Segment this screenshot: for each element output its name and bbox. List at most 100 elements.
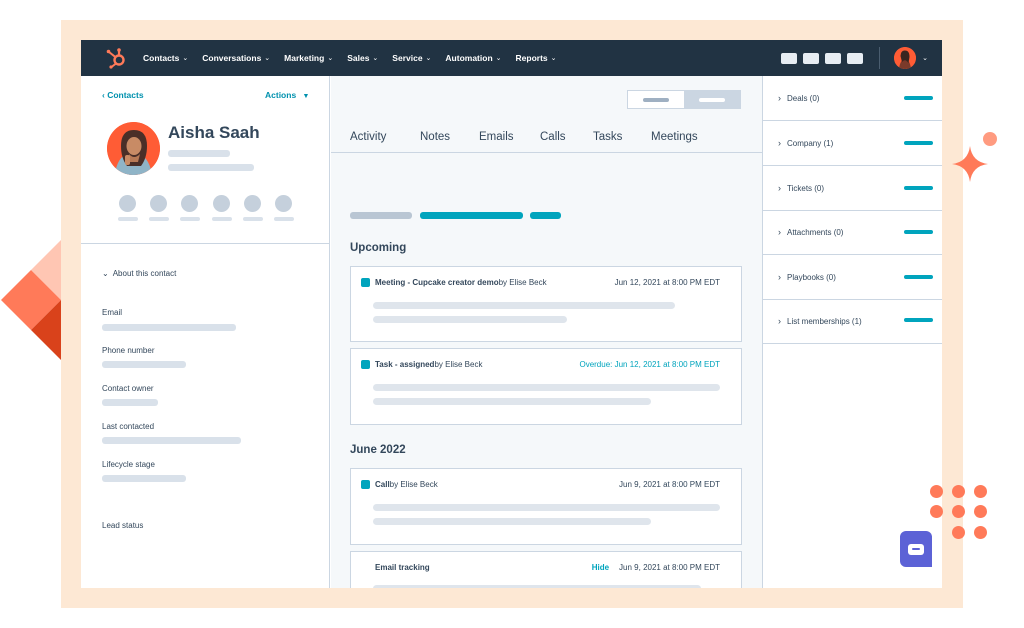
placeholder-line bbox=[373, 316, 567, 323]
quick-action-label bbox=[274, 217, 294, 221]
nav-divider bbox=[879, 47, 881, 69]
hubspot-logo-icon[interactable] bbox=[105, 47, 127, 69]
field-label-email: Email bbox=[102, 308, 123, 317]
divider bbox=[81, 243, 330, 244]
nav-service[interactable]: Service ⌄ bbox=[392, 53, 431, 63]
filter-pill[interactable] bbox=[530, 212, 561, 219]
quick-action-button[interactable] bbox=[181, 195, 198, 212]
stage: Contacts ⌄ Conversations ⌄ Marketing ⌄ Sale… bbox=[0, 0, 1024, 628]
nav-conversations[interactable]: Conversations ⌄ bbox=[202, 53, 270, 63]
call-icon bbox=[361, 480, 370, 489]
tab-notes[interactable]: Notes bbox=[420, 131, 450, 143]
field-label-owner: Contact owner bbox=[102, 384, 154, 393]
tab-tasks[interactable]: Tasks bbox=[593, 131, 622, 143]
accent-bar bbox=[904, 275, 933, 279]
toggle-option[interactable] bbox=[628, 91, 684, 108]
sidebar-item-playbooks[interactable]: › Playbooks (0) bbox=[763, 255, 942, 300]
field-value-placeholder bbox=[102, 437, 241, 444]
placeholder-bar bbox=[168, 164, 254, 171]
nav-utility-button[interactable] bbox=[847, 52, 864, 64]
chevron-down-icon: ⌄ bbox=[372, 55, 379, 62]
chevron-right-icon: › bbox=[778, 138, 781, 148]
field-value-placeholder bbox=[102, 475, 186, 482]
section-month: June 2022 bbox=[350, 444, 406, 456]
quick-action-button[interactable] bbox=[244, 195, 261, 212]
view-toggle[interactable] bbox=[627, 90, 741, 109]
user-avatar[interactable] bbox=[894, 47, 917, 69]
decorative-dot bbox=[974, 485, 987, 498]
tab-meetings[interactable]: Meetings bbox=[651, 131, 698, 143]
back-to-contacts-link[interactable]: ‹ Contacts bbox=[102, 90, 144, 100]
quick-action-label bbox=[243, 217, 263, 221]
chat-widget-button[interactable] bbox=[900, 531, 932, 567]
timeline-card[interactable]: Call by Elise Beck Jun 9, 2021 at 8:00 P… bbox=[350, 468, 742, 545]
placeholder-line bbox=[373, 398, 651, 405]
quick-action-button[interactable] bbox=[213, 195, 230, 212]
sidebar-item-tickets[interactable]: › Tickets (0) bbox=[763, 166, 942, 211]
sidebar-item-company[interactable]: › Company (1) bbox=[763, 121, 942, 166]
nav-utility-button[interactable] bbox=[825, 52, 842, 64]
placeholder-line bbox=[373, 384, 720, 391]
field-label-last-contacted: Last contacted bbox=[102, 422, 155, 431]
nav-reports[interactable]: Reports ⌄ bbox=[516, 53, 557, 63]
sidebar-item-deals[interactable]: › Deals (0) bbox=[763, 76, 942, 121]
placeholder-line bbox=[373, 302, 675, 309]
chevron-down-icon: ⌄ bbox=[182, 55, 189, 62]
tab-calls[interactable]: Calls bbox=[540, 131, 566, 143]
contact-avatar bbox=[107, 122, 160, 175]
filter-pill[interactable] bbox=[420, 212, 523, 219]
nav-utility-button[interactable] bbox=[803, 52, 820, 64]
chevron-right-icon: › bbox=[778, 183, 781, 193]
chevron-right-icon: › bbox=[778, 272, 781, 282]
association-sidebar: › Deals (0) › Company (1) › Tickets (0) › At… bbox=[762, 76, 942, 588]
decorative-dot bbox=[952, 505, 965, 518]
decorative-dot bbox=[974, 526, 987, 539]
accent-bar bbox=[904, 96, 933, 100]
about-contact-toggle[interactable]: ⌄ About this contact bbox=[102, 269, 176, 278]
nav-utility-button[interactable] bbox=[781, 52, 798, 64]
quick-action-button[interactable] bbox=[150, 195, 167, 212]
card-date-overdue: Overdue: Jun 12, 2021 at 8:00 PM EDT bbox=[579, 360, 720, 369]
meeting-icon bbox=[361, 278, 370, 287]
hide-link[interactable]: Hide bbox=[592, 563, 609, 572]
nav-contacts[interactable]: Contacts ⌄ bbox=[143, 53, 188, 63]
nav-marketing[interactable]: Marketing ⌄ bbox=[284, 53, 333, 63]
section-upcoming: Upcoming bbox=[350, 242, 407, 254]
toggle-option-selected[interactable] bbox=[683, 91, 740, 108]
crm-app-window: Contacts ⌄ Conversations ⌄ Marketing ⌄ Sale… bbox=[81, 40, 942, 588]
chat-icon bbox=[908, 543, 924, 555]
quick-action-button[interactable] bbox=[119, 195, 136, 212]
task-icon bbox=[361, 360, 370, 369]
actions-dropdown[interactable]: Actions ▼ bbox=[265, 90, 309, 100]
chevron-down-icon: ⌄ bbox=[550, 55, 557, 62]
field-value-placeholder bbox=[102, 361, 186, 368]
filter-pill[interactable] bbox=[350, 212, 412, 219]
field-label-lifecycle: Lifecycle stage bbox=[102, 460, 155, 469]
card-header: Call by Elise Beck bbox=[361, 480, 438, 489]
chevron-down-icon: ⌄ bbox=[495, 55, 502, 62]
decorative-dot bbox=[930, 505, 943, 518]
accent-bar bbox=[904, 318, 933, 322]
quick-action-label bbox=[149, 217, 169, 221]
tab-activity[interactable]: Activity bbox=[350, 131, 386, 143]
nav-automation[interactable]: Automation ⌄ bbox=[445, 53, 501, 63]
card-date: Jun 9, 2021 at 8:00 PM EDT bbox=[619, 480, 720, 489]
timeline-card[interactable]: Email tracking Hide Jun 9, 2021 at 8:00 P… bbox=[350, 551, 742, 588]
quick-action-button[interactable] bbox=[275, 195, 292, 212]
timeline-card[interactable]: Meeting - Cupcake creator demo by Elise … bbox=[350, 266, 742, 342]
placeholder-line bbox=[373, 585, 701, 588]
timeline-card[interactable]: Task - assigned by Elise Beck Overdue: J… bbox=[350, 348, 742, 425]
sidebar-item-list-memberships[interactable]: › List memberships (1) bbox=[763, 299, 942, 344]
sidebar-item-attachments[interactable]: › Attachments (0) bbox=[763, 210, 942, 255]
placeholder-line bbox=[373, 518, 651, 525]
nav-utilities: ⌄ bbox=[775, 40, 928, 76]
card-header: Meeting - Cupcake creator demo by Elise … bbox=[361, 278, 547, 287]
tab-emails[interactable]: Emails bbox=[479, 131, 514, 143]
decorative-dot bbox=[952, 485, 965, 498]
card-header: Email tracking bbox=[375, 563, 430, 572]
card-header: Task - assigned by Elise Beck bbox=[361, 360, 482, 369]
field-label-phone: Phone number bbox=[102, 346, 155, 355]
field-label-lead-status: Lead status bbox=[102, 521, 144, 530]
chevron-down-icon[interactable]: ⌄ bbox=[922, 54, 928, 62]
nav-sales[interactable]: Sales ⌄ bbox=[347, 53, 378, 63]
